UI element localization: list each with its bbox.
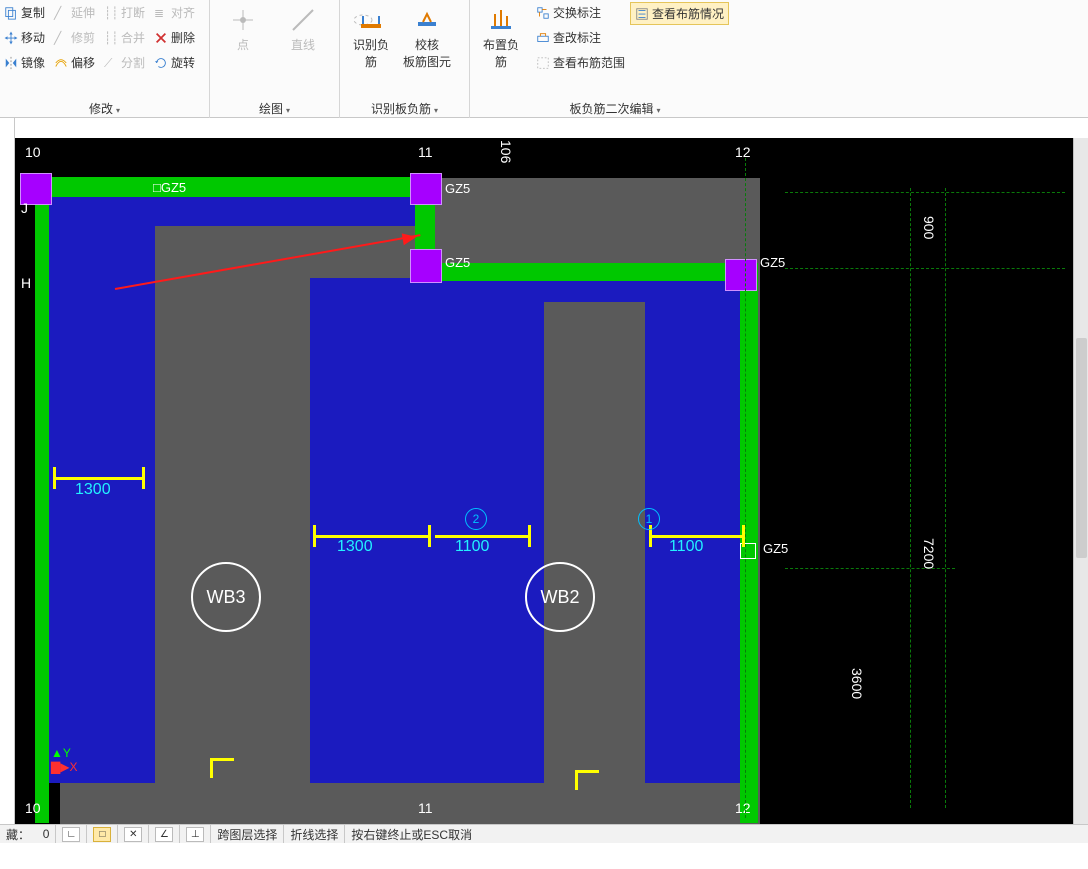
group-label-modify[interactable]: 修改 [0, 100, 209, 118]
column [411, 250, 441, 282]
bar-dim: 1100 [455, 538, 489, 556]
copy-button[interactable]: 复制 [0, 2, 49, 23]
group-label-draw[interactable]: 绘图 [210, 100, 339, 118]
vertical-scrollbar[interactable] [1073, 138, 1088, 824]
extend-button: ╱延伸 [50, 2, 99, 23]
grid-line [745, 158, 746, 818]
wall [425, 263, 755, 281]
bar-ruler [210, 758, 234, 761]
swap-annot-button[interactable]: 交换标注 [532, 2, 629, 23]
column [411, 174, 441, 204]
mirror-button[interactable]: 镜像 [0, 52, 49, 73]
tag-2: 2 [465, 508, 487, 530]
bar-ruler [575, 770, 599, 773]
grid-col-12: 12 [735, 144, 751, 160]
bar-dim: 1300 [337, 538, 373, 556]
ribbon-group-draw: 点 直线 绘图 [210, 0, 340, 118]
col-label: GZ5 [445, 255, 470, 270]
gz5-square: □GZ5 [153, 180, 186, 195]
grid-col-10b: 10 [25, 800, 41, 816]
delete-button[interactable]: 删除 [150, 27, 199, 48]
line-button: 直线 [278, 4, 328, 55]
grid-col-12b: 12 [735, 800, 751, 816]
slab-area [255, 788, 345, 824]
split-button: ⟋分割 [100, 52, 149, 73]
break-button: ┊┊打断 [100, 2, 149, 23]
wall [35, 177, 49, 823]
identify-negbar-button[interactable]: 识别负筋 [346, 4, 396, 72]
bar-dim: 1300 [75, 481, 111, 499]
snap-point-toggle[interactable]: □ [87, 825, 118, 843]
dim-3600: 3600 [849, 668, 865, 699]
hidden-count: 藏： 0 [0, 825, 56, 843]
tag-1: 1 [638, 508, 660, 530]
dim-grid [945, 188, 946, 808]
drawing-canvas[interactable]: GZ5 GZ5 GZ5 GZ5 □GZ5 10 11 12 10 11 12 J… [15, 138, 1073, 824]
offset-button[interactable]: 偏移 [50, 52, 99, 73]
point-button: 点 [218, 4, 268, 55]
group-label-identify: 识别板负筋 [340, 100, 469, 118]
dim-grid [785, 192, 1065, 193]
slab-bubble-wb3: WB3 [191, 562, 261, 632]
side-panel-collapsed[interactable] [0, 118, 15, 838]
snap-ortho-toggle[interactable]: ∟ [56, 825, 87, 843]
polyline-select[interactable]: 折线选择 [284, 825, 345, 843]
rotate-button[interactable]: 旋转 [150, 52, 199, 73]
col-label: GZ5 [760, 255, 785, 270]
dim-7200: 7200 [921, 538, 937, 569]
grid-col-10: 10 [25, 144, 41, 160]
trim-button: ╱修剪 [50, 27, 99, 48]
ribbon-group-identify: 识别负筋 校核 板筋图元 识别板负筋 [340, 0, 470, 118]
ribbon: 复制 移动 镜像 ╱延伸 ╱修剪 偏移 ┊┊打断 ┊┊合并 ⟋分割 ≣对齐 删除… [0, 0, 1088, 118]
bar-dim: 1100 [669, 538, 703, 556]
ribbon-group-board: 布置负筋 交换标注 查改标注 查看布筋范围 查看布筋情况 板负筋二次编辑 [470, 0, 760, 118]
dim-900: 900 [921, 216, 937, 239]
status-hint: 按右键终止或ESC取消 [345, 825, 478, 843]
align-button: ≣对齐 [150, 2, 199, 23]
grid-row-j: J [21, 200, 28, 216]
group-label-board: 板负筋二次编辑 [470, 100, 760, 118]
snap-offset-toggle[interactable]: ⊥ [180, 825, 211, 843]
verify-bar-button[interactable]: 校核 板筋图元 [402, 4, 452, 72]
arrange-negbar-button[interactable]: 布置负筋 [476, 4, 526, 72]
rebar-fill [310, 278, 434, 783]
rebar-fill [645, 278, 755, 783]
bar-ruler [53, 477, 145, 480]
merge-button: ┊┊合并 [100, 27, 149, 48]
ribbon-group-modify: 复制 移动 镜像 ╱延伸 ╱修剪 偏移 ┊┊打断 ┊┊合并 ⟋分割 ≣对齐 删除… [0, 0, 210, 118]
view-range-button[interactable]: 查看布筋范围 [532, 52, 629, 73]
snap-cross-toggle[interactable]: ✕ [118, 825, 149, 843]
col-label: GZ5 [445, 181, 470, 196]
move-button[interactable]: 移动 [0, 27, 49, 48]
slab-bubble-wb2: WB2 [525, 562, 595, 632]
column [726, 260, 756, 290]
dim-grid [785, 268, 1065, 269]
modify-annot-button[interactable]: 查改标注 [532, 27, 629, 48]
ucs-icon: ▲Y ▇▶X [51, 746, 77, 774]
grid-col-11b: 11 [418, 800, 433, 816]
view-bars-button[interactable]: 查看布筋情况 [630, 2, 729, 25]
dim-grid [910, 188, 911, 808]
grid-col-11: 11 [418, 144, 433, 160]
status-bar: 藏： 0 ∟ □ ✕ ∠ ⊥ 跨图层选择 折线选择 按右键终止或ESC取消 [0, 824, 1088, 843]
col-label: GZ5 [763, 541, 788, 556]
rebar-fill [60, 193, 430, 226]
cross-layer-select[interactable]: 跨图层选择 [211, 825, 284, 843]
snap-angle-toggle[interactable]: ∠ [149, 825, 180, 843]
grid-row-h: H [21, 275, 31, 291]
dim-106: 106 [498, 140, 514, 163]
wall [35, 177, 435, 197]
